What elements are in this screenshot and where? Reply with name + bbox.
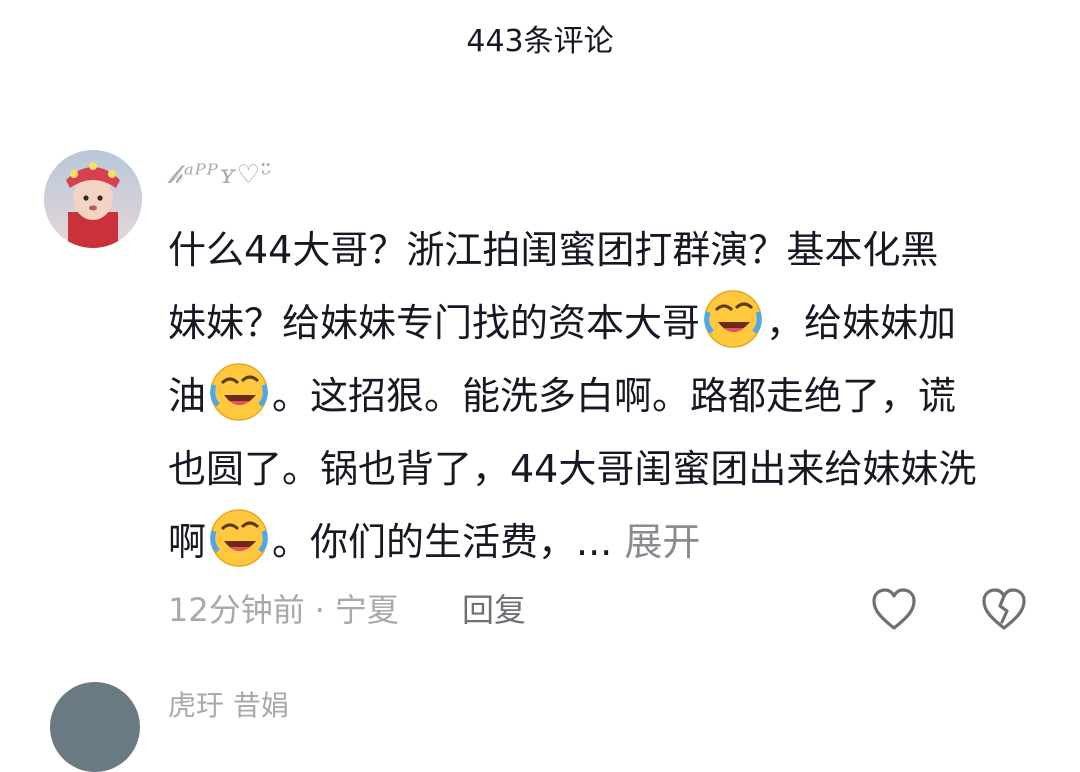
comment-username[interactable]: 虎玗 昔娟 — [168, 684, 289, 724]
broken-heart-icon[interactable] — [980, 586, 1028, 632]
page-title: 443条评论 — [466, 24, 614, 59]
comment-text: 什么44大哥？浙江拍闺蜜团打群演？基本化黑 妹妹？给妹妹专门找的资本大哥 ，给妹妹… — [168, 214, 1038, 579]
heart-outline-icon[interactable] — [870, 586, 918, 632]
avatar[interactable] — [50, 682, 140, 772]
meta-separator: · — [314, 591, 325, 629]
comment-meta: 12分钟前 · 宁夏 — [168, 588, 399, 632]
comment-location: 宁夏 — [334, 591, 399, 629]
reply-button[interactable]: 回复 — [462, 588, 526, 632]
laughing-crying-emoji-icon — [702, 288, 764, 350]
comment-line: 什么44大哥？浙江拍闺蜜团打群演？基本化黑 — [168, 228, 939, 272]
comment-time: 12分钟前 — [168, 591, 305, 629]
comment-line: 也圆了。锅也背了，44大哥闺蜜团出来给妹妹洗 — [168, 447, 977, 491]
laughing-crying-emoji-icon — [208, 361, 270, 423]
avatar[interactable] — [44, 150, 142, 248]
laughing-crying-emoji-icon — [208, 507, 270, 569]
comment-line: 妹妹？给妹妹专门找的资本大哥 ，给妹妹加 — [168, 287, 1038, 360]
comment-username[interactable]: 𝒽ᵃᴾᴾʏ♡ᵕ̈ — [168, 160, 272, 191]
comment-line: 油。这招狠。能洗多白啊。路都走绝了，谎 — [168, 360, 1038, 433]
expand-link[interactable]: 展开 — [624, 520, 700, 564]
next-comment-item: 虎玗 昔娟 — [0, 680, 1080, 772]
comment-line: 啊。你们的生活费，... 展开 — [168, 506, 1038, 579]
